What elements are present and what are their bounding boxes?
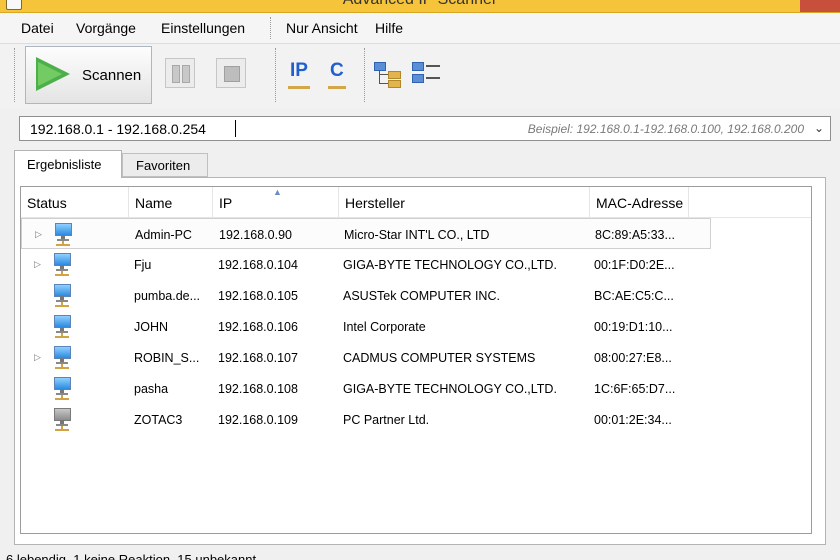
column-name[interactable]: Name [129, 187, 213, 217]
table-row[interactable]: JOHN 192.168.0.106 Intel Corporate 00:19:D1… [21, 311, 711, 342]
collapse-all-icon[interactable] [412, 62, 442, 88]
computer-online-icon [54, 223, 72, 246]
cell-vendor: PC Partner Ltd. [343, 413, 430, 427]
cell-vendor: Micro-Star INT'L CO., LTD [344, 228, 490, 242]
table-row[interactable]: ▷ ROBIN_S... 192.168.0.107 CADMUS COMPUTER … [21, 342, 711, 373]
table-row[interactable]: pasha 192.168.0.108 GIGA-BYTE TECHNOLOGY C… [21, 373, 711, 404]
text-caret [235, 120, 236, 137]
cell-vendor: ASUSTek COMPUTER INC. [343, 289, 500, 303]
cell-vendor: Intel Corporate [343, 320, 426, 334]
table-row[interactable]: ▷ Admin-PC 192.168.0.90 Micro-Star INT'L CO… [21, 218, 711, 249]
sort-ascending-icon: ▲ [273, 187, 282, 197]
cell-ip: 192.168.0.90 [219, 228, 292, 242]
menu-bar: Datei Vorgänge Einstellungen Nur Ansicht… [0, 13, 840, 44]
computer-online-icon [53, 284, 71, 307]
cell-ip: 192.168.0.107 [218, 351, 298, 365]
cell-mac: 1C:6F:65:D7... [594, 382, 676, 396]
column-hersteller[interactable]: Hersteller [339, 187, 590, 217]
cell-name: ROBIN_S... [134, 351, 200, 365]
menu-nur-ansicht[interactable]: Nur Ansicht [286, 20, 358, 36]
cell-name: Admin-PC [135, 228, 192, 242]
cell-ip: 192.168.0.106 [218, 320, 298, 334]
cell-mac: BC:AE:C5:C... [594, 289, 674, 303]
expand-row-icon[interactable]: ▷ [34, 352, 41, 363]
close-button[interactable] [800, 0, 840, 12]
cell-ip: 192.168.0.104 [218, 258, 298, 272]
cell-vendor: GIGA-BYTE TECHNOLOGY CO.,LTD. [343, 258, 557, 272]
title-bar: Advanced IP Scanner [0, 0, 840, 13]
cell-mac: 8C:89:A5:33... [595, 228, 675, 242]
expand-row-icon[interactable]: ▷ [34, 259, 41, 270]
cell-name: Fju [134, 258, 152, 272]
table-header: Status Name IP Hersteller MAC-Adresse ▲ [21, 187, 811, 218]
cell-ip: 192.168.0.105 [218, 289, 298, 303]
pause-icon [172, 65, 180, 83]
chevron-down-icon[interactable]: ⌄ [814, 121, 824, 135]
column-status[interactable]: Status [21, 187, 129, 217]
toolbar-grip [14, 48, 16, 102]
stop-icon [224, 66, 240, 82]
table-row[interactable]: ZOTAC3 192.168.0.109 PC Partner Ltd. 00:01:… [21, 404, 711, 435]
expand-row-icon[interactable]: ▷ [35, 229, 42, 240]
table-row[interactable]: ▷ Fju 192.168.0.104 GIGA-BYTE TECHNOLOGY CO… [21, 249, 711, 280]
computer-online-icon [53, 346, 71, 369]
cell-name: JOHN [134, 320, 169, 334]
table-row[interactable]: pumba.de... 192.168.0.105 ASUSTek COMPUTER… [21, 280, 711, 311]
scan-button-label: Scannen [82, 67, 142, 84]
stop-button[interactable] [216, 58, 246, 88]
menu-hilfe[interactable]: Hilfe [375, 20, 403, 36]
ip-range-input[interactable]: 192.168.0.1 - 192.168.0.254 Beispiel: 19… [19, 116, 831, 141]
computer-online-icon [53, 315, 71, 338]
computer-offline-icon [53, 408, 71, 431]
tab-ergebnisliste[interactable]: Ergebnisliste [14, 150, 122, 178]
computer-online-icon [53, 253, 71, 276]
cell-ip: 192.168.0.108 [218, 382, 298, 396]
computer-online-icon [53, 377, 71, 400]
cell-name: ZOTAC3 [134, 413, 183, 427]
cell-mac: 08:00:27:E8... [594, 351, 672, 365]
cell-vendor: GIGA-BYTE TECHNOLOGY CO.,LTD. [343, 382, 557, 396]
cell-mac: 00:19:D1:10... [594, 320, 673, 334]
ip-scan-icon[interactable]: IP [288, 60, 310, 89]
status-bar: 6 lebendig, 1 keine Reaktion, 15 unbekan… [0, 548, 840, 560]
toolbar-separator-2 [364, 48, 366, 102]
menu-vorgaenge[interactable]: Vorgänge [76, 20, 136, 36]
cell-vendor: CADMUS COMPUTER SYSTEMS [343, 351, 536, 365]
menu-datei[interactable]: Datei [21, 20, 54, 36]
scan-button[interactable]: Scannen [25, 46, 152, 104]
cell-name: pumba.de... [134, 289, 201, 303]
toolbar: Scannen IP C [0, 44, 840, 108]
menu-separator [270, 17, 272, 39]
cell-name: pasha [134, 382, 169, 396]
play-icon-highlight [38, 62, 62, 86]
cell-ip: 192.168.0.109 [218, 413, 298, 427]
menu-einstellungen[interactable]: Einstellungen [161, 20, 245, 36]
ip-range-hint: Beispiel: 192.168.0.1-192.168.0.100, 192… [527, 122, 804, 136]
cell-mac: 00:01:2E:34... [594, 413, 672, 427]
status-text: 6 lebendig, 1 keine Reaktion, 15 unbekan… [6, 552, 257, 560]
results-table[interactable]: Status Name IP Hersteller MAC-Adresse ▲ … [20, 186, 812, 534]
tab-favoriten[interactable]: Favoriten [122, 153, 208, 177]
toolbar-separator [275, 48, 277, 102]
column-mac[interactable]: MAC-Adresse [590, 187, 689, 217]
c-subnet-icon[interactable]: C [328, 60, 346, 89]
ip-range-value: 192.168.0.1 - 192.168.0.254 [30, 121, 206, 137]
cell-mac: 00:1F:D0:2E... [594, 258, 675, 272]
expand-all-icon[interactable] [374, 62, 404, 88]
pause-button[interactable] [165, 58, 195, 88]
window-title: Advanced IP Scanner [0, 0, 840, 9]
pause-icon-bar [182, 65, 190, 83]
